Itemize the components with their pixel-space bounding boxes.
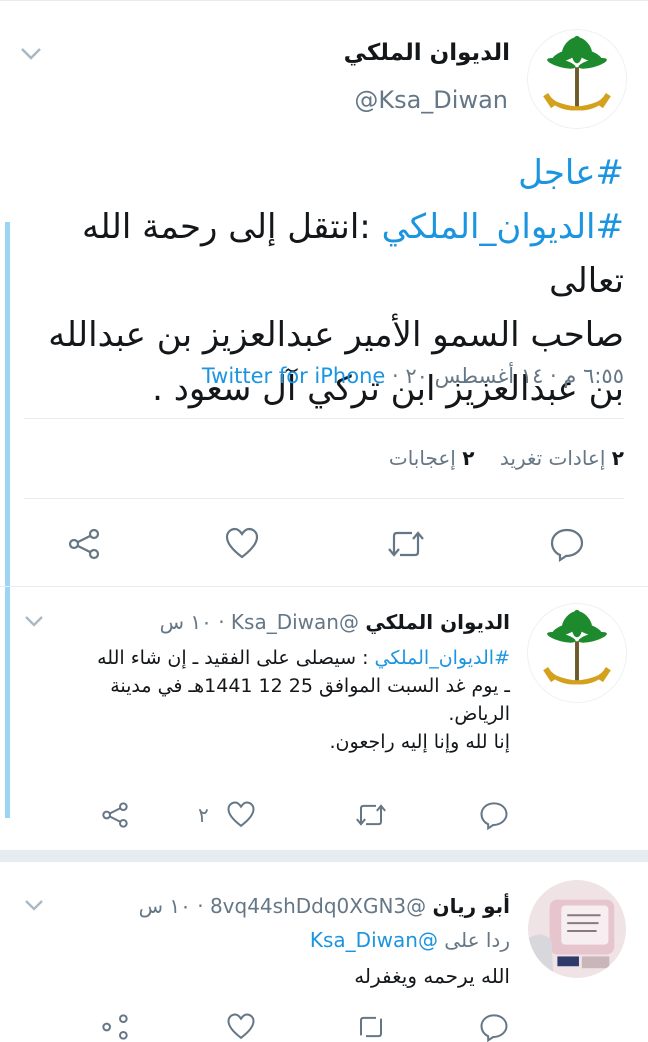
reply1-line1: : سيصلى على الفقيد ـ إن شاء الله xyxy=(97,647,375,669)
chevron-down-icon[interactable] xyxy=(24,612,44,631)
share-icon[interactable] xyxy=(66,526,102,562)
main-tweet-line2: صاحب السمو الأمير عبدالعزيز بن عبدالله xyxy=(48,315,624,355)
likes-label: إعجابات xyxy=(388,446,456,470)
heart-icon[interactable] xyxy=(226,1012,256,1042)
reply1-handle[interactable]: @Ksa_Diwan xyxy=(231,610,359,634)
stats-divider xyxy=(24,498,624,499)
main-tweet-handle[interactable]: @Ksa_Diwan xyxy=(354,86,508,114)
retweet-icon[interactable] xyxy=(354,800,388,830)
chevron-down-icon[interactable] xyxy=(20,46,42,65)
main-tweet-timestamp: ٦:٥٥ م · ١٤ أغسطس ٢٠ · xyxy=(385,364,624,388)
reply1-header: الديوان الملكي @Ksa_Diwan · ١٠ س xyxy=(160,610,510,634)
reply2-handle[interactable]: @8vq44shDdq0XGN3 xyxy=(210,894,426,918)
reply2-display-name[interactable]: أبو ريان xyxy=(433,894,510,918)
palm-swords-logo-icon xyxy=(543,35,611,111)
reply1-avatar[interactable] xyxy=(528,604,626,702)
reply2-avatar[interactable] xyxy=(528,880,626,978)
top-divider xyxy=(0,0,648,1)
reply2-time: · ١٠ س xyxy=(138,894,210,918)
heart-icon[interactable] xyxy=(226,800,256,830)
chevron-down-icon[interactable] xyxy=(24,896,44,915)
reply2-replying-to-handle[interactable]: @Ksa_Diwan xyxy=(310,928,438,952)
meta-divider xyxy=(24,418,624,419)
reply2-header: أبو ريان @8vq44shDdq0XGN3 · ١٠ س xyxy=(139,894,510,918)
reply1-line3: الرياض. xyxy=(448,703,510,725)
share-icon[interactable] xyxy=(100,800,130,830)
reply1-like-count: ٢ xyxy=(198,803,209,827)
reply-icon[interactable] xyxy=(478,1012,510,1042)
reply2-replying-to: ردا على @Ksa_Diwan xyxy=(310,928,510,952)
main-tweet-bottom-divider xyxy=(0,586,648,587)
reply1-text: #الديوان_الملكي : سيصلى على الفقيد ـ إن … xyxy=(30,644,510,756)
reply1-time: · ١٠ س xyxy=(159,610,231,634)
reply1-line2: ـ يوم غد السبت الموافق 25 12 1441هـ في م… xyxy=(110,675,510,697)
share-icon[interactable] xyxy=(100,1012,130,1042)
retweet-icon[interactable] xyxy=(354,1012,388,1042)
main-tweet-meta: ٦:٥٥ م · ١٤ أغسطس ٢٠ · Twitter for iPhon… xyxy=(202,364,624,388)
user-photo-icon xyxy=(528,880,626,978)
engagement-stats: ٢ إعادات تغريد ٢ إعجابات xyxy=(389,446,624,470)
reply1-line4: إنا لله وإنا إليه راجعون. xyxy=(329,731,510,753)
retweet-icon[interactable] xyxy=(386,526,426,562)
likes-stat[interactable]: ٢ إعجابات xyxy=(389,446,475,470)
heart-icon[interactable] xyxy=(224,526,260,562)
reply2-text: الله يرحمه ويغفرله xyxy=(354,964,510,988)
reply1-hashtag[interactable]: #الديوان_الملكي xyxy=(375,647,510,669)
tweet-client-link[interactable]: Twitter for iPhone xyxy=(202,364,386,388)
palm-swords-logo-icon xyxy=(543,609,611,685)
retweets-stat[interactable]: ٢ إعادات تغريد xyxy=(500,446,624,470)
retweets-count: ٢ xyxy=(611,446,624,470)
thread-separator xyxy=(0,850,648,862)
main-tweet-avatar[interactable] xyxy=(528,30,626,128)
retweets-label: إعادات تغريد xyxy=(499,446,606,470)
hashtag-diwan[interactable]: #الديوان_الملكي xyxy=(382,207,624,247)
reply-icon[interactable] xyxy=(548,526,586,562)
likes-count: ٢ xyxy=(462,446,475,470)
reply2-replying-to-label: ردا على xyxy=(444,928,510,952)
hashtag-urgent[interactable]: #عاجل xyxy=(518,153,624,193)
reply-icon[interactable] xyxy=(478,800,510,830)
reply1-display-name[interactable]: الديوان الملكي xyxy=(365,610,510,634)
thread-line xyxy=(5,222,10,818)
main-tweet-display-name[interactable]: الديوان الملكي xyxy=(344,40,510,66)
